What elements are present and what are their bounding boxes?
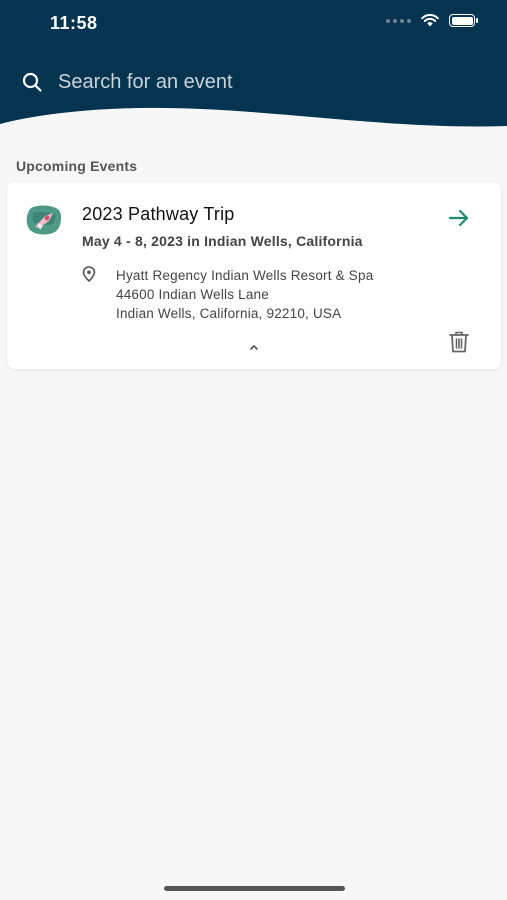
location-pin-icon (82, 266, 96, 282)
status-bar: 11:58 (0, 0, 507, 46)
address-line-street: 44600 Indian Wells Lane (116, 287, 269, 302)
chevron-up-icon[interactable] (247, 342, 261, 352)
search-icon (22, 72, 42, 92)
section-title-upcoming-events: Upcoming Events (16, 158, 138, 174)
wifi-icon (421, 14, 439, 27)
home-indicator[interactable] (164, 886, 345, 891)
address-line-city: Indian Wells, California, 92210, USA (116, 306, 342, 321)
status-icons (386, 14, 478, 27)
search-bar[interactable] (20, 64, 480, 100)
status-time: 11:58 (50, 13, 98, 33)
event-address: Hyatt Regency Indian Wells Resort & Spa … (116, 266, 373, 323)
header-wave (0, 100, 507, 140)
event-date: May 4 - 8, 2023 in Indian Wells, Califor… (82, 233, 363, 249)
event-logo (26, 205, 62, 235)
battery-icon (449, 14, 478, 27)
trash-icon[interactable] (448, 330, 470, 354)
cellular-signal-icon (386, 18, 411, 23)
arrow-right-icon[interactable] (447, 206, 471, 230)
search-input[interactable] (58, 70, 438, 94)
event-card[interactable]: 2023 Pathway Trip May 4 - 8, 2023 in Ind… (7, 182, 501, 369)
event-title[interactable]: 2023 Pathway Trip (82, 204, 235, 225)
address-line-venue: Hyatt Regency Indian Wells Resort & Spa (116, 268, 374, 283)
